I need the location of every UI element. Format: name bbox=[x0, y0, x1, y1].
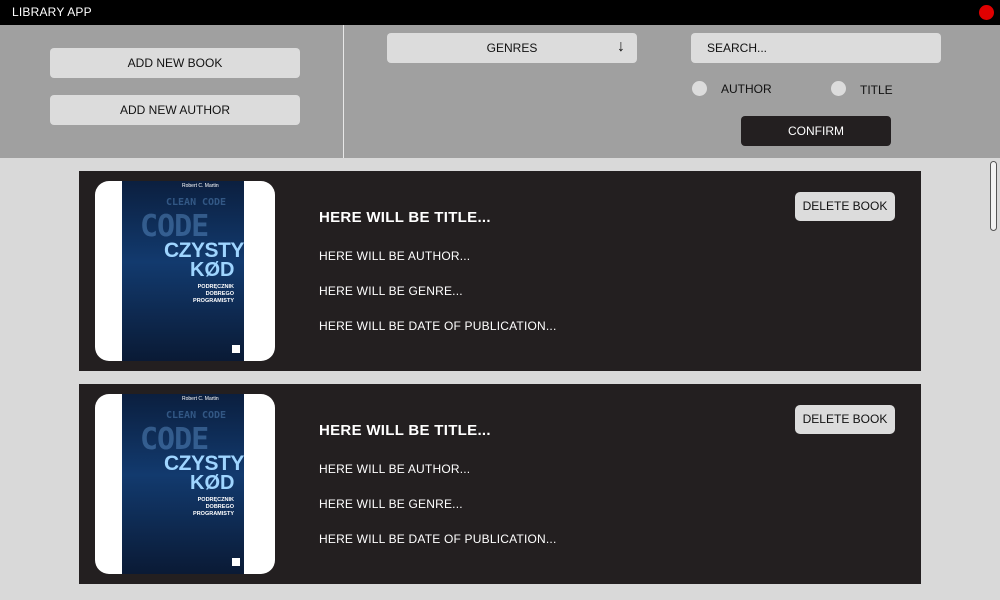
book-card: Robert C. Martin CLEAN CODE CODE CZYSTY … bbox=[79, 384, 921, 584]
add-new-book-button[interactable]: ADD NEW BOOK bbox=[50, 48, 300, 78]
book-publication-date: HERE WILL BE DATE OF PUBLICATION... bbox=[319, 532, 557, 546]
cover-author: Robert C. Martin bbox=[182, 396, 219, 402]
publisher-logo bbox=[232, 558, 240, 566]
cover-author: Robert C. Martin bbox=[182, 183, 219, 189]
radio-author-label: AUTHOR bbox=[721, 82, 772, 96]
book-cover-image: Robert C. Martin CLEAN CODE CODE CZYSTY … bbox=[122, 394, 244, 574]
cover-subtitle: PODRĘCZNIK DOBREGO PROGRAMISTY bbox=[174, 497, 234, 518]
toolbar-divider bbox=[343, 25, 344, 158]
cover-bg-word: CLEAN bbox=[166, 197, 197, 208]
cover-subtitle-line2: DOBREGO PROGRAMISTY bbox=[193, 291, 234, 304]
cover-bg-word: CLEAN bbox=[166, 410, 197, 421]
cover-subtitle-line1: PODRĘCZNIK bbox=[197, 497, 234, 503]
book-title: HERE WILL BE TITLE... bbox=[319, 422, 491, 439]
book-cover-frame: Robert C. Martin CLEAN CODE CODE CZYSTY … bbox=[95, 181, 275, 361]
book-cover-frame: Robert C. Martin CLEAN CODE CODE CZYSTY … bbox=[95, 394, 275, 574]
book-genre: HERE WILL BE GENRE... bbox=[319, 284, 463, 298]
book-title: HERE WILL BE TITLE... bbox=[319, 209, 491, 226]
app-title: LIBRARY APP bbox=[12, 5, 92, 19]
book-genre: HERE WILL BE GENRE... bbox=[319, 497, 463, 511]
radio-title[interactable] bbox=[831, 81, 846, 96]
book-publication-date: HERE WILL BE DATE OF PUBLICATION... bbox=[319, 319, 557, 333]
radio-author[interactable] bbox=[692, 81, 707, 96]
cover-bg-word: CODE bbox=[202, 197, 227, 208]
publisher-logo bbox=[232, 345, 240, 353]
cover-bg-word: CODE bbox=[202, 410, 227, 421]
cover-title-line2: KØD bbox=[190, 259, 235, 281]
search-input[interactable] bbox=[691, 33, 941, 63]
cover-subtitle-line1: PODRĘCZNIK bbox=[197, 284, 234, 290]
cover-title-line2: KØD bbox=[190, 472, 235, 494]
genres-label: GENRES bbox=[486, 41, 538, 55]
genres-dropdown[interactable]: GENRES ↓ bbox=[387, 33, 637, 63]
book-author: HERE WILL BE AUTHOR... bbox=[319, 249, 471, 263]
radio-title-label: TITLE bbox=[860, 83, 893, 97]
confirm-button[interactable]: CONFIRM bbox=[741, 116, 891, 146]
add-new-author-button[interactable]: ADD NEW AUTHOR bbox=[50, 95, 300, 125]
cover-subtitle-line2: DOBREGO PROGRAMISTY bbox=[193, 504, 234, 517]
scrollbar[interactable] bbox=[990, 161, 997, 231]
title-bar: LIBRARY APP bbox=[0, 0, 1000, 25]
arrow-down-icon: ↓ bbox=[617, 38, 625, 55]
book-author: HERE WILL BE AUTHOR... bbox=[319, 462, 471, 476]
book-cover-image: Robert C. Martin CLEAN CODE CODE CZYSTY … bbox=[122, 181, 244, 361]
close-window-icon[interactable] bbox=[979, 5, 994, 20]
cover-subtitle: PODRĘCZNIK DOBREGO PROGRAMISTY bbox=[174, 284, 234, 305]
delete-book-button[interactable]: DELETE BOOK bbox=[795, 405, 895, 434]
book-card: Robert C. Martin CLEAN CODE CODE CZYSTY … bbox=[79, 171, 921, 371]
delete-book-button[interactable]: DELETE BOOK bbox=[795, 192, 895, 221]
